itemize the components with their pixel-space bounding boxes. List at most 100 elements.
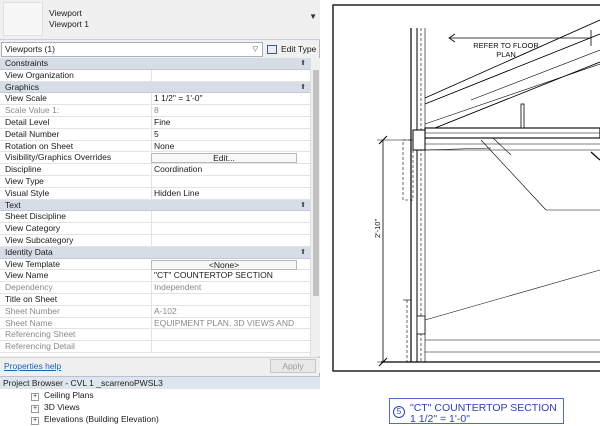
property-row-view-category[interactable]: View Category — [0, 223, 310, 235]
property-value[interactable] — [151, 211, 297, 224]
property-value[interactable]: 5 — [151, 128, 297, 141]
properties-panel: Viewport Viewport 1 ▼ Viewports (1) ▽ Ed… — [0, 0, 320, 426]
group-header-graphics[interactable]: Graphics ⬆ — [0, 81, 310, 94]
dimension-label: 2'-10" — [373, 218, 382, 238]
property-name: Detail Number — [5, 128, 60, 139]
property-row-detail-number[interactable]: Detail Number 5 — [0, 128, 310, 141]
property-row-sheet-number[interactable]: Sheet Number A-102 — [0, 305, 310, 318]
property-value: Independent — [151, 282, 297, 294]
section-drawing — [332, 4, 600, 372]
property-name: Visual Style — [5, 187, 50, 198]
tree-item-label: Ceiling Plans — [44, 390, 94, 400]
property-row-sheet-discipline[interactable]: Sheet Discipline — [0, 211, 310, 224]
property-value[interactable]: 1 1/2" = 1'-0" — [151, 93, 297, 106]
callout-leader — [492, 137, 512, 156]
property-value: A-102 — [151, 305, 297, 318]
property-row-view-name[interactable]: View Name "CT" COUNTERTOP SECTION — [0, 270, 310, 283]
property-name: View Organization — [5, 69, 74, 80]
expand-icon[interactable]: + — [31, 417, 39, 425]
sheet-border — [332, 4, 600, 372]
tree-item-ceiling-plans[interactable]: + Ceiling Plans — [31, 390, 94, 401]
property-value[interactable]: Fine — [151, 117, 297, 129]
property-row-view-template[interactable]: View Template <None> — [0, 259, 310, 271]
group-header-identity-data[interactable]: Identity Data ⬆ — [0, 246, 310, 259]
type-selector[interactable]: Viewport Viewport 1 ▼ — [0, 0, 320, 40]
property-row-scale-value-1[interactable]: Scale Value 1: 8 — [0, 105, 310, 117]
property-value[interactable]: "CT" COUNTERTOP SECTION — [151, 270, 297, 283]
property-row-discipline[interactable]: Discipline Coordination — [0, 164, 310, 176]
type-preview-thumbnail — [3, 2, 43, 36]
property-name: View Scale — [5, 93, 47, 104]
expand-icon[interactable]: + — [31, 393, 39, 401]
property-row-view-organization[interactable]: View Organization — [0, 69, 310, 82]
property-row-referencing-sheet[interactable]: Referencing Sheet — [0, 329, 310, 342]
properties-scrollbar[interactable] — [310, 58, 320, 356]
property-row-detail-level[interactable]: Detail Level Fine — [0, 117, 310, 129]
property-row-view-scale[interactable]: View Scale 1 1/2" = 1'-0" — [0, 93, 310, 106]
view-scale-label: 1 1/2" = 1'-0" — [410, 413, 470, 425]
group-header-label: Identity Data — [5, 246, 53, 257]
property-row-rotation-on-sheet[interactable]: Rotation on Sheet None — [0, 140, 310, 153]
property-value[interactable] — [151, 176, 297, 188]
edit-type-icon — [267, 45, 277, 54]
group-header-label: Text — [5, 199, 21, 210]
callout-leader — [424, 269, 600, 321]
tree-item-3d-views[interactable]: +3D Views — [31, 402, 80, 413]
scrollbar-thumb[interactable] — [313, 70, 319, 296]
property-value[interactable]: Hidden Line — [151, 187, 297, 200]
property-edit-button[interactable]: <None> — [151, 259, 297, 270]
bracket — [520, 103, 525, 129]
type-name-label: Viewport 1 — [49, 19, 90, 29]
property-edit-button[interactable]: Edit... — [151, 153, 297, 164]
property-name: Visibility/Graphics Overrides — [5, 152, 112, 163]
wall-bracket — [412, 129, 426, 151]
property-name: Rotation on Sheet — [5, 140, 74, 151]
property-name: Scale Value 1: — [5, 105, 60, 116]
collapse-icon[interactable]: ⬆ — [300, 82, 306, 93]
view-title-selection[interactable]: 5 "CT" COUNTERTOP SECTION 1 1/2" = 1'-0" — [389, 398, 564, 425]
group-header-constraints[interactable]: Constraints ⬆ — [0, 58, 310, 70]
collapse-icon[interactable]: ⬆ — [300, 58, 306, 69]
property-value[interactable] — [151, 294, 297, 306]
property-row-sheet-name[interactable]: Sheet Name EQUIPMENT PLAN, 3D VIEWS AND C… — [0, 317, 310, 330]
apply-button[interactable]: Apply — [270, 359, 316, 373]
sloped-member — [424, 61, 600, 133]
drawing-note: REFER TO FLOOR PLAN — [473, 41, 539, 59]
tree-item-label: Elevations (Building Elevation) — [44, 414, 159, 424]
property-row-view-type[interactable]: View Type — [0, 176, 310, 188]
sloped-member — [424, 63, 600, 125]
instance-filter-row: Viewports (1) ▽ Edit Type — [0, 41, 320, 58]
sloped-member — [424, 19, 600, 99]
property-value[interactable]: None — [151, 140, 297, 153]
property-value[interactable] — [151, 69, 297, 82]
edit-type-button[interactable]: Edit Type — [267, 42, 319, 57]
instance-filter-select[interactable]: Viewports (1) ▽ — [1, 42, 263, 57]
collapse-icon[interactable]: ⬆ — [300, 200, 306, 211]
wall-bracket — [416, 315, 426, 335]
property-name: Referencing Detail — [5, 341, 75, 352]
property-value[interactable] — [151, 223, 297, 235]
property-row-visual-style[interactable]: Visual Style Hidden Line — [0, 187, 310, 200]
chevron-down-icon[interactable]: ▼ — [309, 12, 317, 21]
property-row-view-subcategory[interactable]: View Subcategory — [0, 235, 310, 247]
drawing-canvas[interactable]: REFER TO FLOOR PLAN 2'-10" 5 "CT" COUNTE… — [321, 0, 600, 426]
property-name: View Type — [5, 176, 44, 186]
property-row-referencing-detail[interactable]: Referencing Detail — [0, 341, 310, 353]
property-name: View Category — [5, 223, 61, 234]
property-row-visibility-graphics-overrides[interactable]: Visibility/Graphics Overrides Edit... — [0, 152, 310, 165]
property-row-dependency[interactable]: Dependency Independent — [0, 282, 310, 294]
property-value: EQUIPMENT PLAN, 3D VIEWS AND CAS... — [151, 317, 297, 330]
arrow-head — [590, 151, 600, 161]
properties-help-link[interactable]: Properties help — [4, 361, 61, 371]
property-row-title-on-sheet[interactable]: Title on Sheet — [0, 294, 310, 306]
project-browser-title: Project Browser - CVL 1 _scarrenoPWSL3 — [0, 376, 320, 389]
property-value — [151, 341, 297, 353]
tree-item-elevations[interactable]: + Elevations (Building Elevation) — [31, 414, 159, 425]
property-value[interactable] — [151, 235, 297, 247]
collapse-icon[interactable]: ⬆ — [300, 247, 306, 258]
chevron-down-icon: ▽ — [252, 46, 258, 53]
property-value[interactable]: Coordination — [151, 164, 297, 176]
expand-icon[interactable]: + — [31, 405, 39, 413]
project-browser-tree: + Ceiling Plans +3D Views + Elevations (Bu… — [0, 389, 320, 426]
group-header-text[interactable]: Text ⬆ — [0, 199, 310, 212]
